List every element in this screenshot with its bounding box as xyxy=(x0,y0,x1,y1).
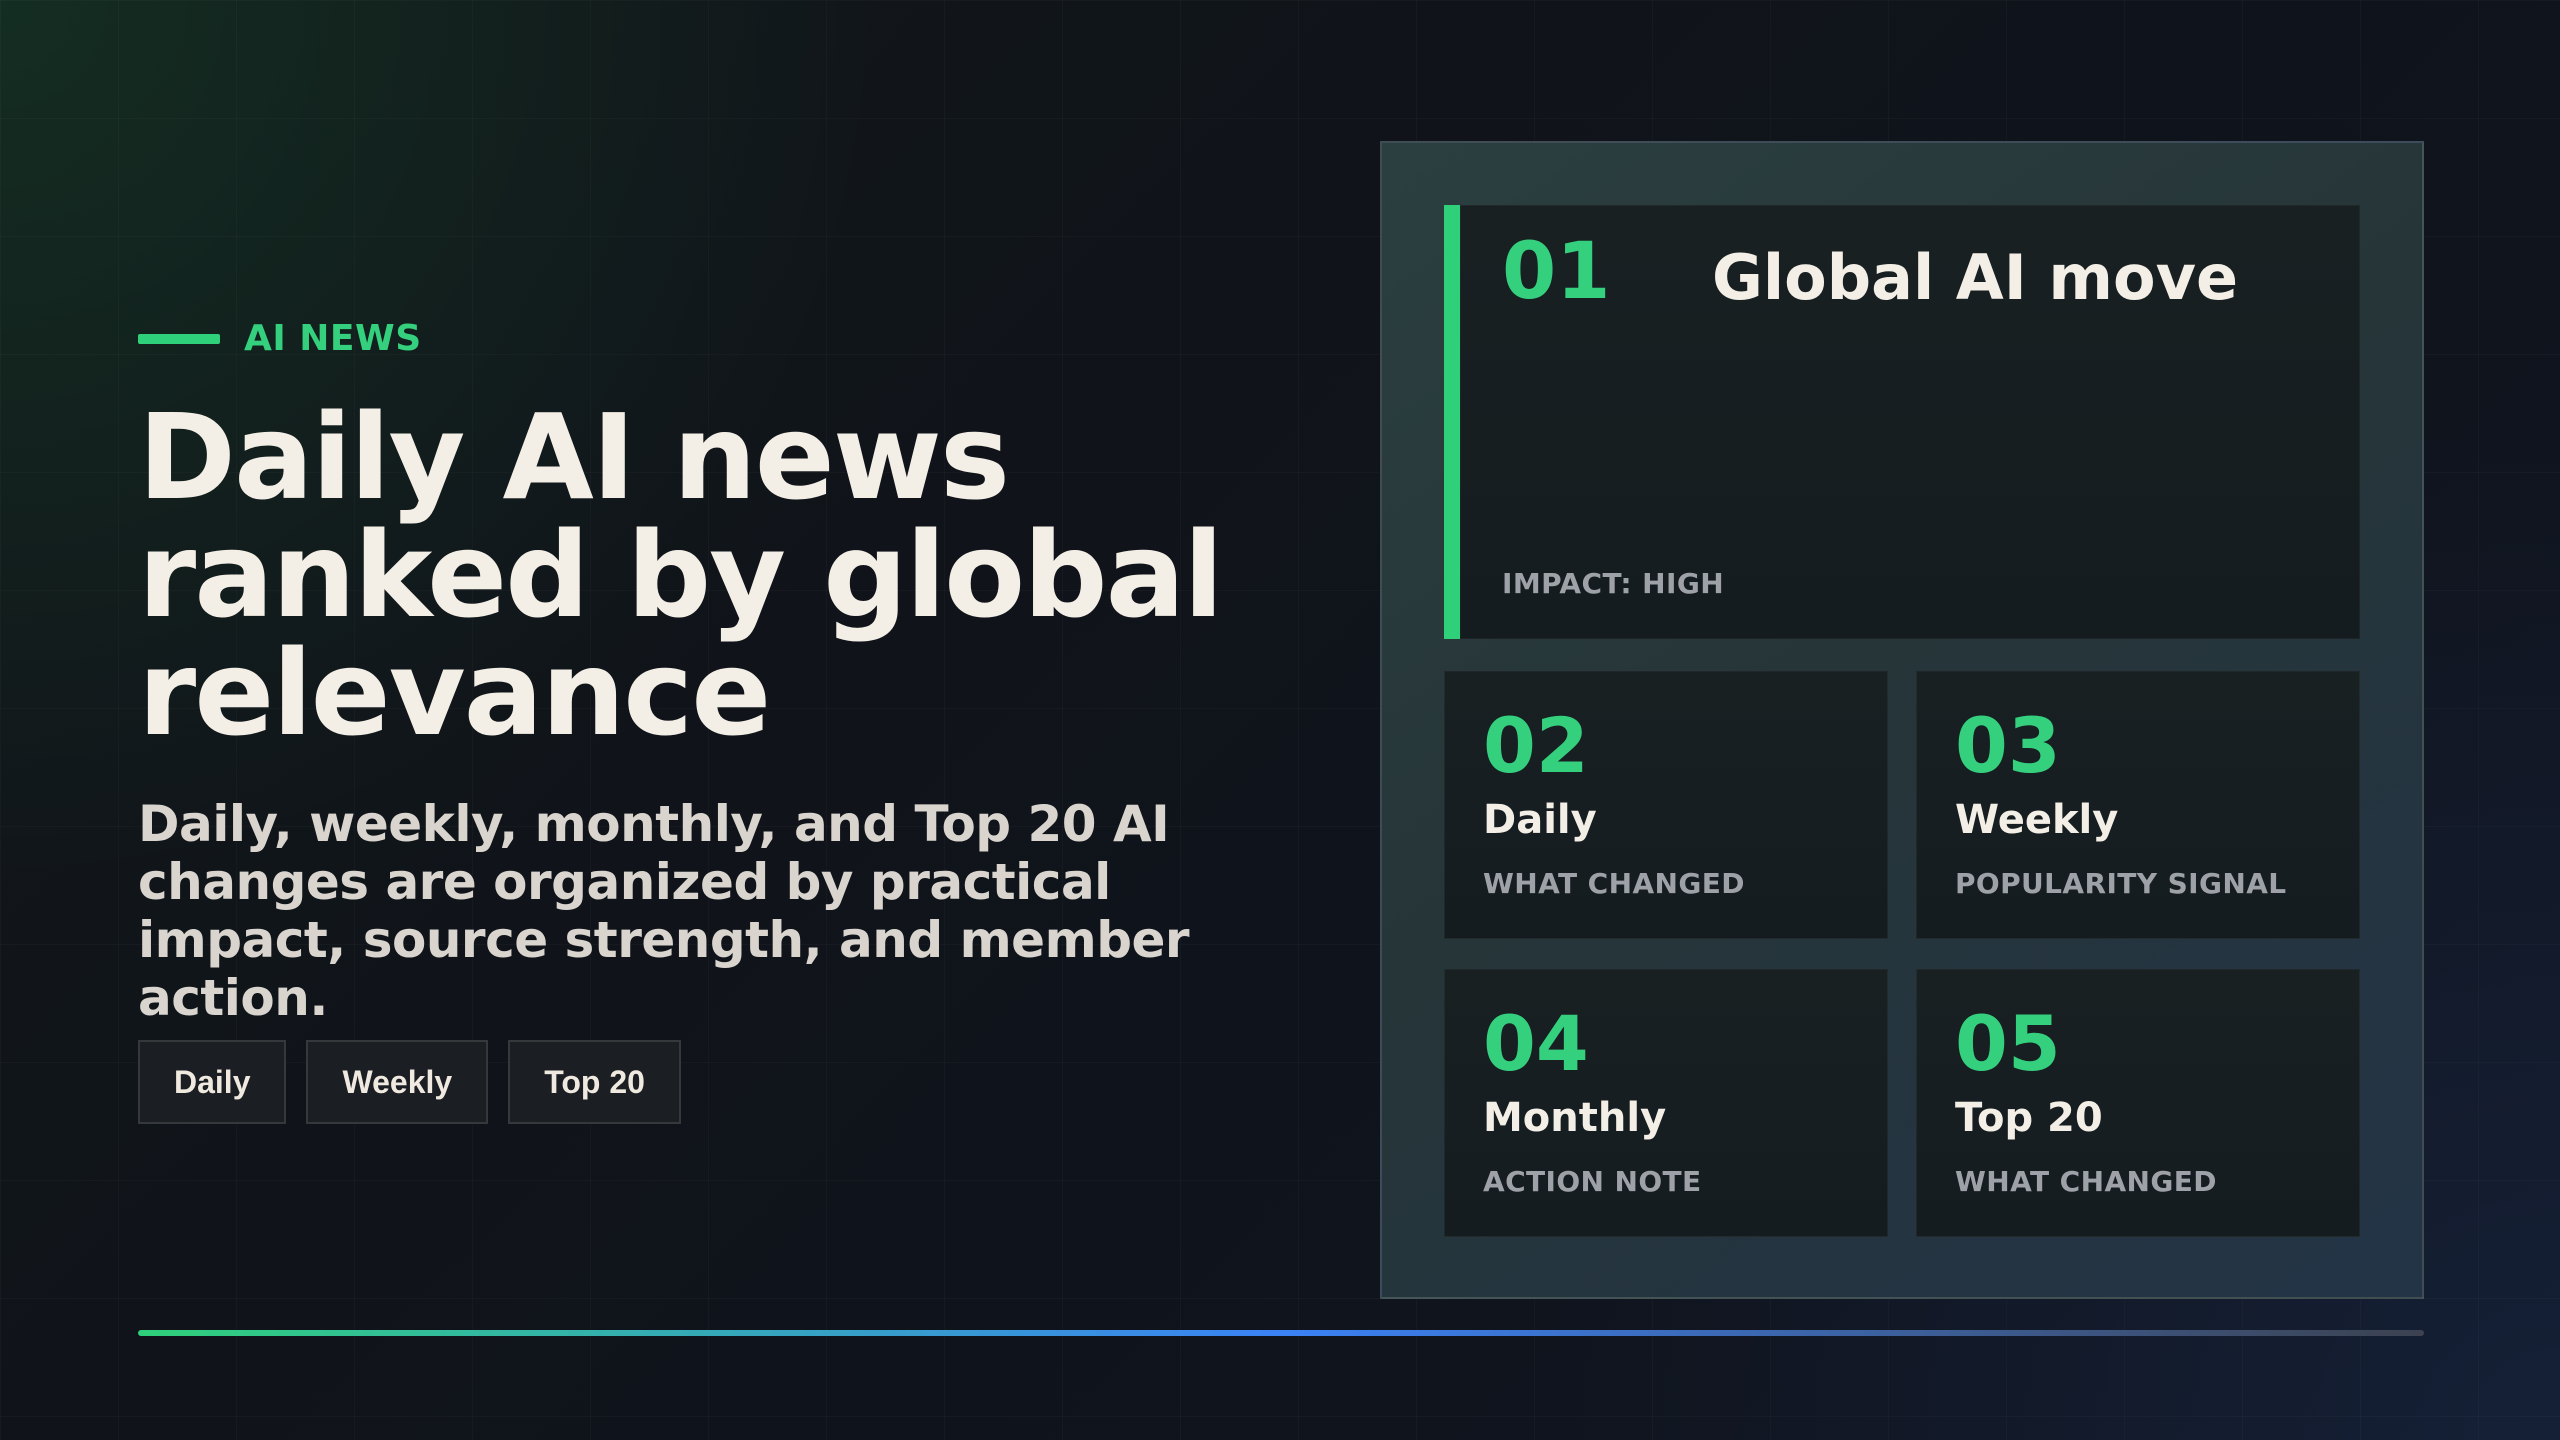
weekly-card-subtitle: POPULARITY SIGNAL xyxy=(1955,867,2287,900)
daily-card[interactable]: 02 Daily WHAT CHANGED xyxy=(1444,671,1888,939)
eyebrow-label: AI NEWS xyxy=(244,318,422,359)
monthly-card[interactable]: 04 Monthly ACTION NOTE xyxy=(1444,969,1888,1237)
featured-impact-label: IMPACT: HIGH xyxy=(1502,567,1725,600)
monthly-card-title: Monthly xyxy=(1483,1095,1667,1141)
monthly-card-rank: 04 xyxy=(1483,999,1589,1088)
hero-description: Daily, weekly, monthly, and Top 20 AI ch… xyxy=(138,795,1190,1027)
featured-rank: 01 xyxy=(1502,227,1611,317)
top-20-card-rank: 05 xyxy=(1955,999,2061,1088)
hero-title: Daily AI news ranked by global relevance xyxy=(138,388,1224,762)
bottom-gradient-divider xyxy=(138,1330,2424,1336)
daily-card-title: Daily xyxy=(1483,797,1597,843)
top-20-card[interactable]: 05 Top 20 WHAT CHANGED xyxy=(1916,969,2360,1237)
top-20-chip-button[interactable]: Top 20 xyxy=(508,1040,681,1124)
daily-chip-button[interactable]: Daily xyxy=(138,1040,287,1124)
featured-title: Global AI move xyxy=(1712,241,2239,314)
monthly-card-subtitle: ACTION NOTE xyxy=(1483,1165,1702,1198)
featured-news-card[interactable]: 01 Global AI move IMPACT: HIGH xyxy=(1444,205,2360,639)
daily-card-rank: 02 xyxy=(1483,701,1589,790)
top-20-card-title: Top 20 xyxy=(1955,1095,2103,1141)
section-eyebrow: AI NEWS xyxy=(138,318,422,359)
eyebrow-accent-line xyxy=(138,333,220,344)
page: AI NEWS Daily AI news ranked by global r… xyxy=(0,0,2560,1440)
top-20-card-subtitle: WHAT CHANGED xyxy=(1955,1165,2217,1198)
daily-card-subtitle: WHAT CHANGED xyxy=(1483,867,1745,900)
weekly-card-title: Weekly xyxy=(1955,797,2119,843)
filter-chip-row: Daily Weekly Top 20 xyxy=(138,1040,681,1124)
ranking-panel: 01 Global AI move IMPACT: HIGH 02 Daily … xyxy=(1380,141,2424,1299)
weekly-card-rank: 03 xyxy=(1955,701,2061,790)
weekly-card[interactable]: 03 Weekly POPULARITY SIGNAL xyxy=(1916,671,2360,939)
weekly-chip-button[interactable]: Weekly xyxy=(306,1040,489,1124)
